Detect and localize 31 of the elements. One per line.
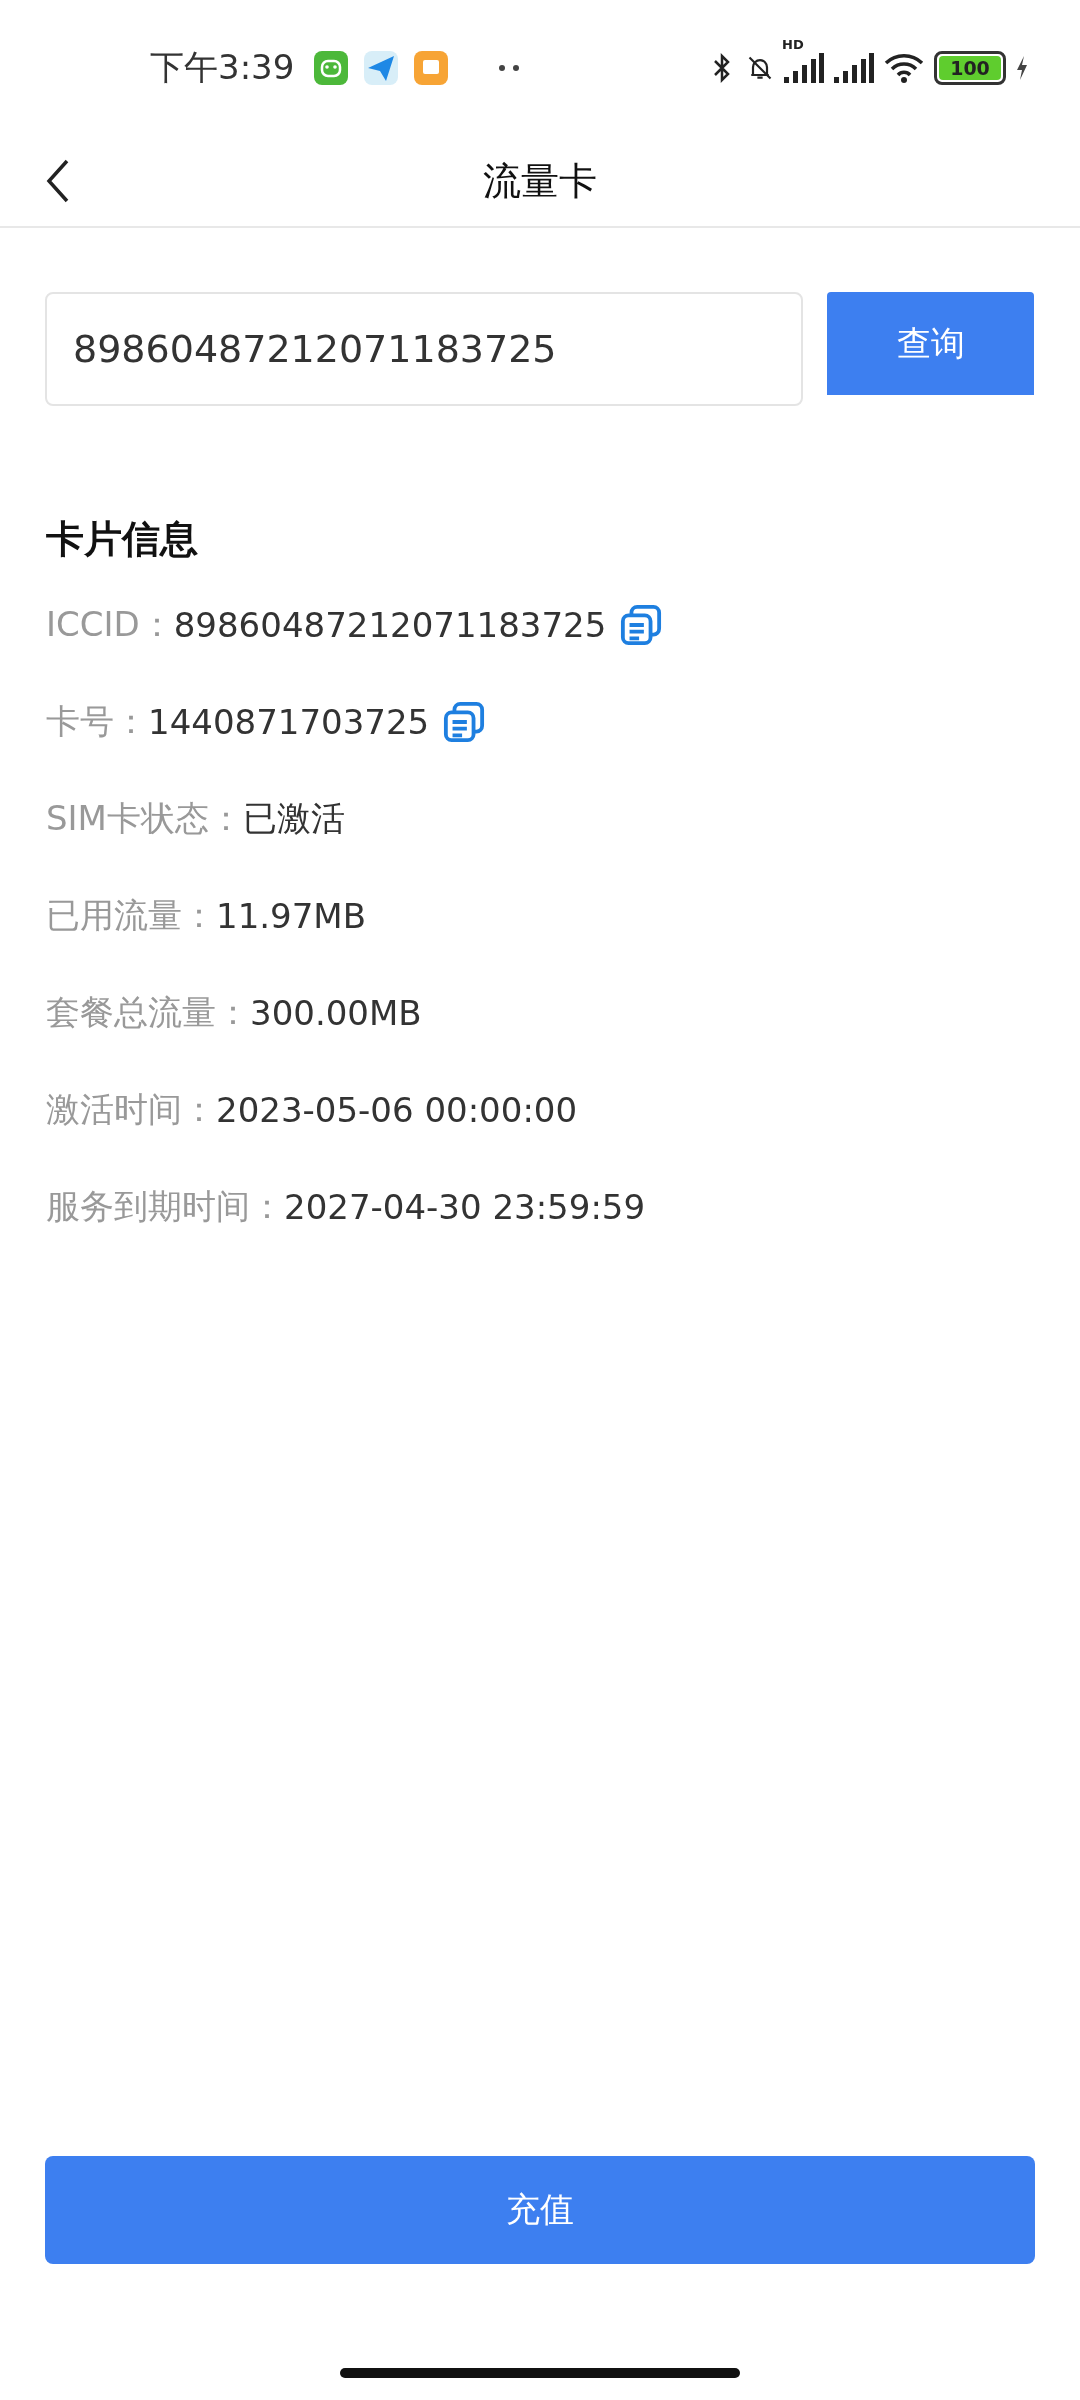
info-label: 套餐总流量： (46, 990, 250, 1034)
info-value: 89860487212071183725 (173, 604, 607, 645)
status-time: 下午3:39 (150, 46, 295, 89)
section-title: 卡片信息 (46, 516, 199, 563)
info-label: ICCID： (46, 602, 174, 646)
hd-label: HD (782, 37, 804, 52)
info-label: 已用流量： (46, 893, 216, 937)
copy-icon[interactable] (443, 700, 486, 743)
page-title: 流量卡 (483, 157, 597, 205)
query-button[interactable]: 查询 (827, 292, 1034, 395)
signal-icon (834, 53, 874, 83)
info-value: 300.00MB (250, 992, 422, 1033)
info-value: 2027-04-30 23:59:59 (284, 1186, 646, 1227)
robot-app-icon (314, 51, 349, 85)
recharge-button[interactable]: 充值 (45, 2156, 1035, 2264)
back-button[interactable] (46, 159, 70, 203)
paper-plane-app-icon (364, 51, 399, 85)
info-label: 服务到期时间： (46, 1184, 284, 1228)
battery-level: 100 (939, 56, 1001, 80)
note-app-icon (414, 51, 449, 85)
info-value: 已激活 (242, 796, 345, 840)
info-label: 激活时间： (46, 1087, 216, 1131)
card-number-field[interactable]: 89860487212071183725 (45, 292, 803, 406)
wifi-icon (884, 53, 924, 83)
info-label: 卡号： (46, 699, 148, 743)
info-label: SIM卡状态： (46, 796, 243, 840)
info-value: 11.97MB (216, 895, 366, 936)
info-value: 1440871703725 (148, 701, 430, 742)
copy-icon[interactable] (620, 603, 663, 646)
info-value: 2023-05-06 00:00:00 (216, 1089, 578, 1130)
signal-icon (784, 53, 824, 83)
